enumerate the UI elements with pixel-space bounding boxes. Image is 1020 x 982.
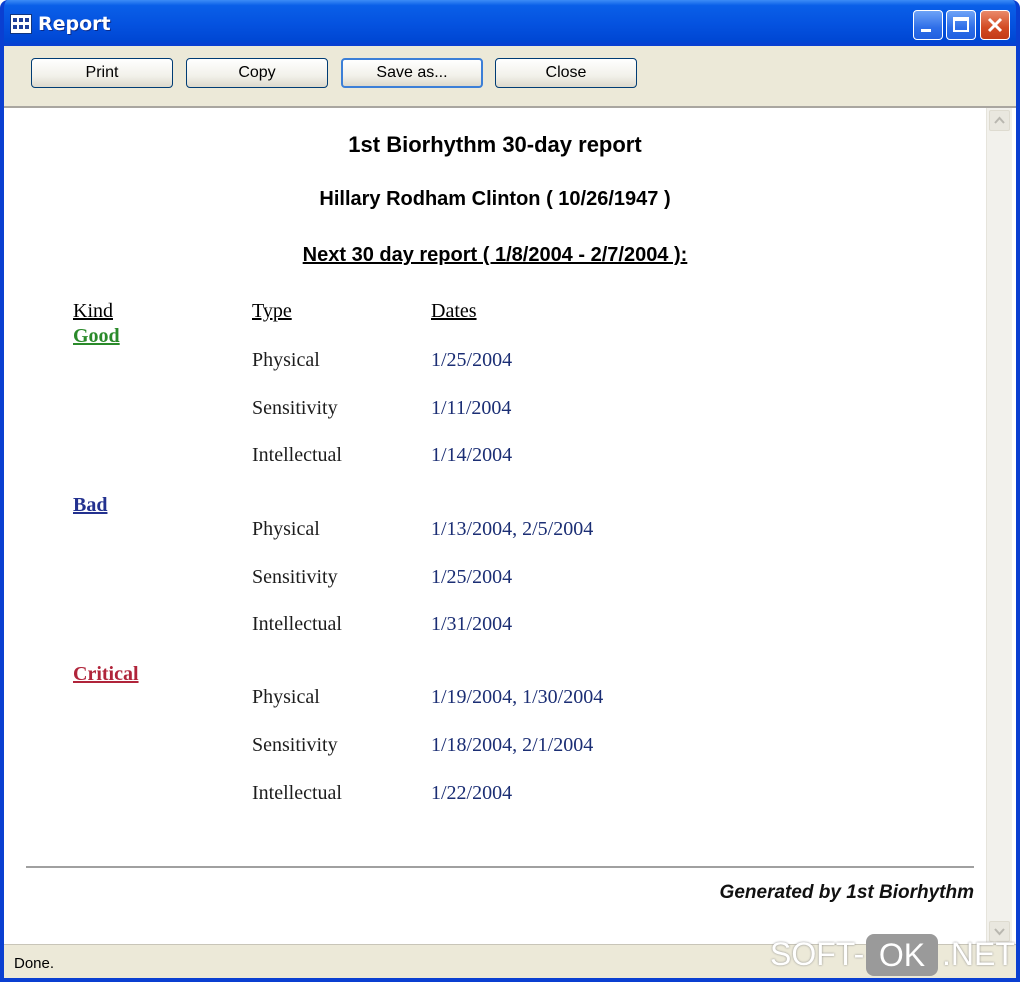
report-content: 1st Biorhythm 30-day report Hillary Rodh… xyxy=(4,108,1016,944)
type-cell: Physical xyxy=(252,349,320,371)
type-cell: Intellectual xyxy=(252,613,342,635)
kind-header: Kind xyxy=(73,300,113,322)
maximize-button[interactable] xyxy=(946,10,976,40)
type-cell: Sensitivity xyxy=(252,397,338,419)
close-icon xyxy=(987,17,1003,33)
date-cell: 1/14/2004 xyxy=(431,444,513,466)
scroll-up-button[interactable] xyxy=(989,110,1010,131)
watermark-text-left: SOFT- xyxy=(770,936,865,972)
report-period: Next 30 day report ( 1/8/2004 - 2/7/2004… xyxy=(302,244,688,266)
type-cell: Sensitivity xyxy=(252,566,338,588)
type-cell: Intellectual xyxy=(252,444,342,466)
kind-critical: Critical xyxy=(73,663,139,685)
date-cell: 1/19/2004, 1/30/2004 xyxy=(431,686,604,708)
dates-header: Dates xyxy=(431,300,477,322)
generated-by-footer: Generated by 1st Biorhythm xyxy=(719,882,974,903)
type-cell: Intellectual xyxy=(252,782,342,804)
arrow-up-icon xyxy=(994,116,1005,124)
window-title: Report xyxy=(38,13,111,35)
minimize-icon xyxy=(921,29,931,32)
copy-button[interactable]: Copy xyxy=(186,58,328,88)
title-bar[interactable]: Report xyxy=(4,0,1016,46)
report-title: 1st Biorhythm 30-day report xyxy=(348,132,642,157)
date-cell: 1/18/2004, 2/1/2004 xyxy=(431,734,594,756)
watermark: SOFT- OK .NET xyxy=(770,932,1015,978)
save-as-button[interactable]: Save as... xyxy=(341,58,483,88)
date-cell: 1/31/2004 xyxy=(431,613,513,635)
date-cell: 1/25/2004 xyxy=(431,566,513,588)
close-button[interactable]: Close xyxy=(495,58,637,88)
person-name: Hillary Rodham Clinton ( 10/26/1947 ) xyxy=(319,188,671,210)
print-button[interactable]: Print xyxy=(31,58,173,88)
app-icon xyxy=(10,14,32,34)
window-close-button[interactable] xyxy=(980,10,1010,40)
watermark-text-right: .NET xyxy=(942,936,1015,972)
maximize-icon xyxy=(953,17,969,32)
type-cell: Physical xyxy=(252,518,320,540)
kind-bad: Bad xyxy=(73,494,108,516)
vertical-scrollbar[interactable] xyxy=(986,108,1012,944)
date-cell: 1/25/2004 xyxy=(431,349,513,371)
toolbar: Print Copy Save as... Close xyxy=(4,46,1016,108)
date-cell: 1/22/2004 xyxy=(431,782,513,804)
watermark-badge: OK xyxy=(866,934,938,976)
minimize-button[interactable] xyxy=(913,10,943,40)
footer-divider xyxy=(26,866,974,868)
type-cell: Sensitivity xyxy=(252,734,338,756)
kind-good: Good xyxy=(73,325,120,347)
type-header: Type xyxy=(252,300,292,322)
type-cell: Physical xyxy=(252,686,320,708)
status-text: Done. xyxy=(14,955,55,972)
report-window: Report Print Copy Save as... Close 1st B… xyxy=(0,0,1020,982)
date-cell: 1/13/2004, 2/5/2004 xyxy=(431,518,594,540)
date-cell: 1/11/2004 xyxy=(431,397,512,419)
